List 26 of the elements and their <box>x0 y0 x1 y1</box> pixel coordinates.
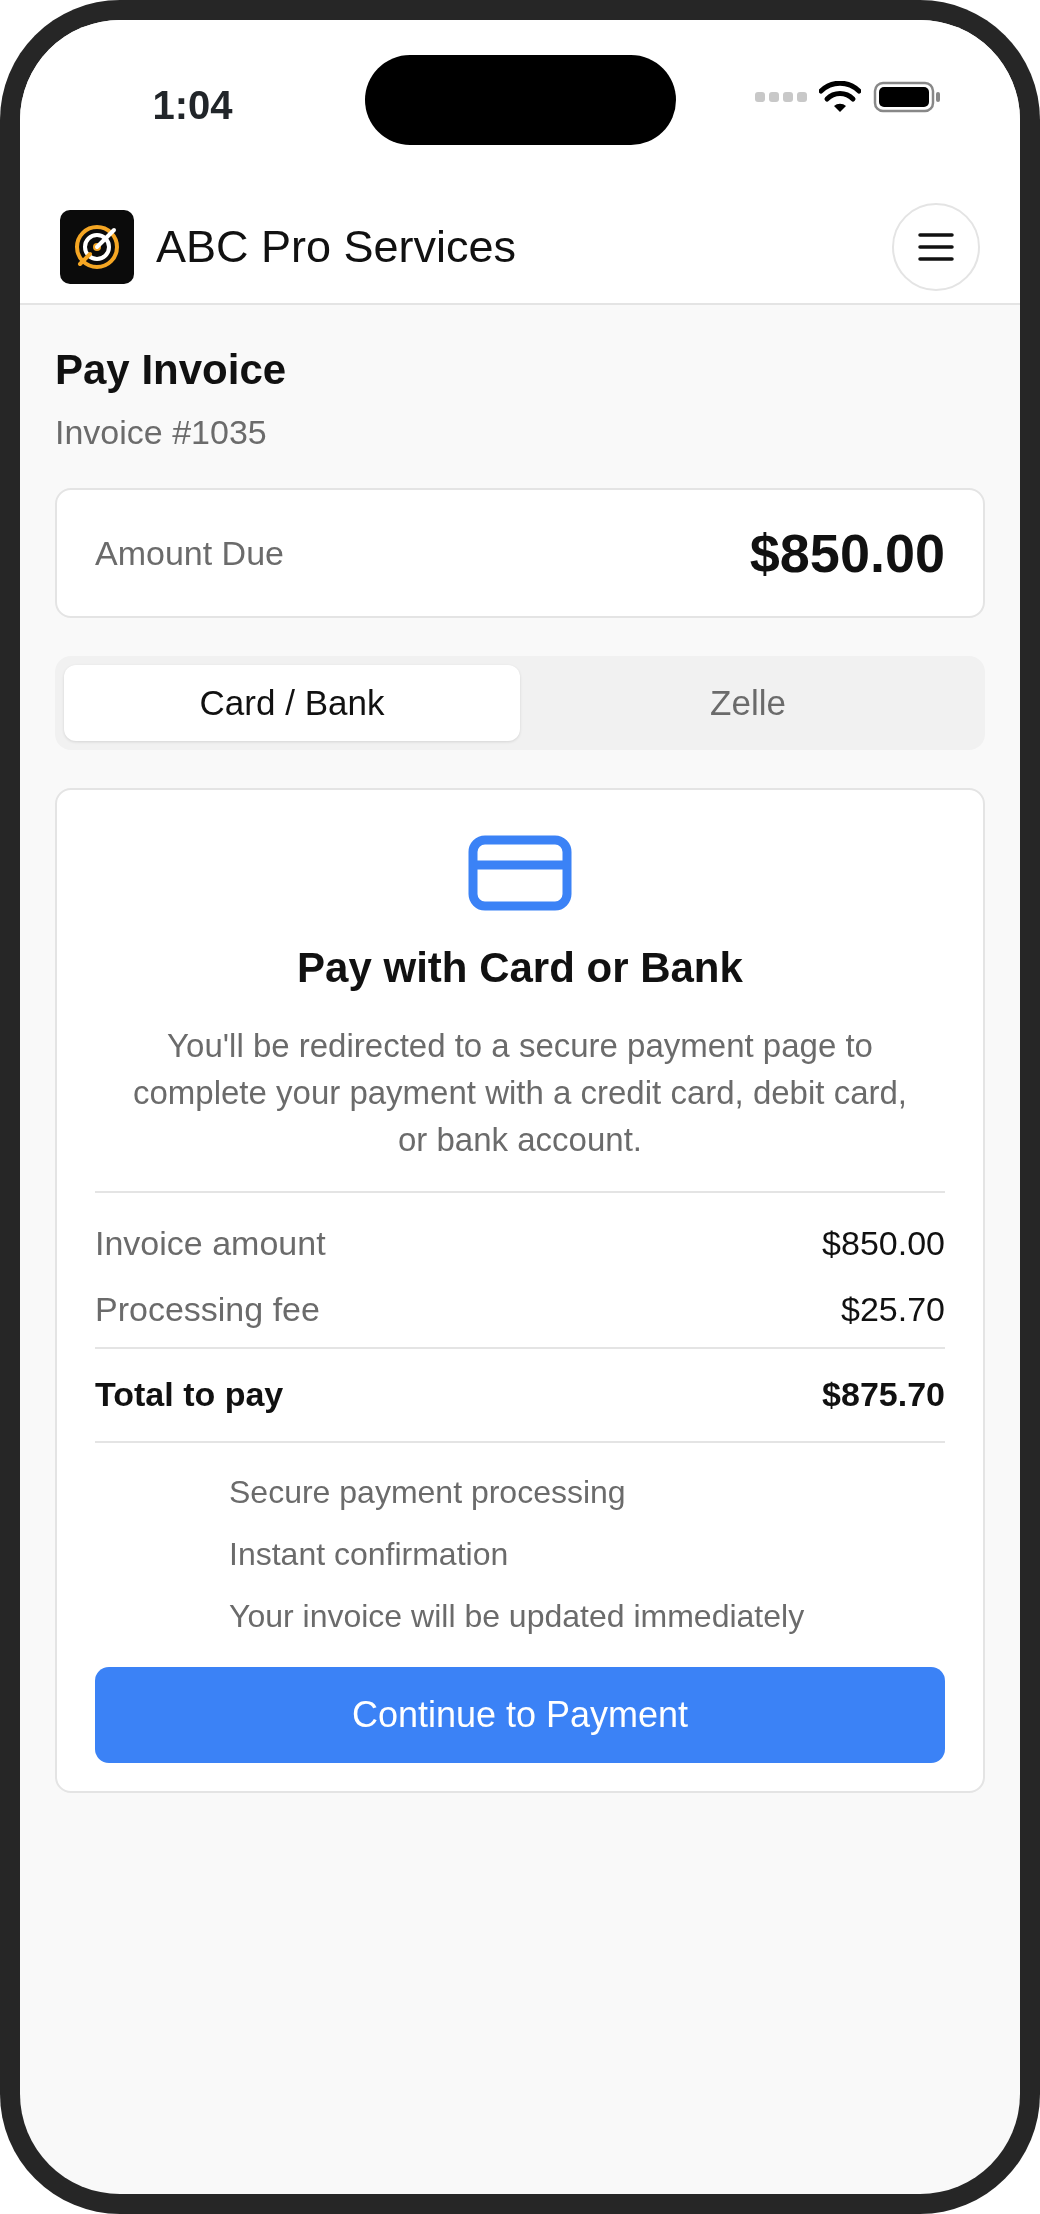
payment-description: You'll be redirected to a secure payment page to complete your payment with a credit card, debit card, or bank account. <box>131 1025 908 1160</box>
amount-label: Amount Due <box>95 532 284 574</box>
payment-tab[interactable]: Zelle <box>520 665 976 742</box>
status-time: 1:04 <box>151 82 234 129</box>
fee-label: Invoice amount <box>95 1223 326 1265</box>
feature-text: Your invoice will be updated immediately <box>229 1597 805 1634</box>
feature-text: Secure payment processing <box>229 1473 626 1510</box>
logo-icon <box>60 209 134 284</box>
credit-card-icon <box>468 835 572 912</box>
battery-icon <box>873 81 941 113</box>
menu-icon <box>918 231 954 262</box>
brand-name: ABC Pro Services <box>156 219 517 274</box>
total-label: Total to pay <box>95 1374 284 1416</box>
fee-value: $25.70 <box>841 1289 945 1331</box>
amount-value: $850.00 <box>749 521 945 585</box>
fee-value: $850.00 <box>822 1223 945 1265</box>
total-value: $875.70 <box>822 1374 945 1416</box>
continue-button[interactable]: Continue to Payment <box>95 1666 945 1763</box>
payment-heading: Pay with Card or Bank <box>296 943 744 994</box>
wifi-icon <box>819 81 861 113</box>
payment-tab[interactable]: Card / Bank <box>64 665 520 742</box>
fee-label: Processing fee <box>95 1289 320 1331</box>
feature-text: Instant confirmation <box>229 1535 509 1572</box>
signal-icon <box>755 92 807 102</box>
page-title: Pay Invoice <box>55 345 288 395</box>
invoice-number: Invoice #1035 <box>55 412 268 454</box>
